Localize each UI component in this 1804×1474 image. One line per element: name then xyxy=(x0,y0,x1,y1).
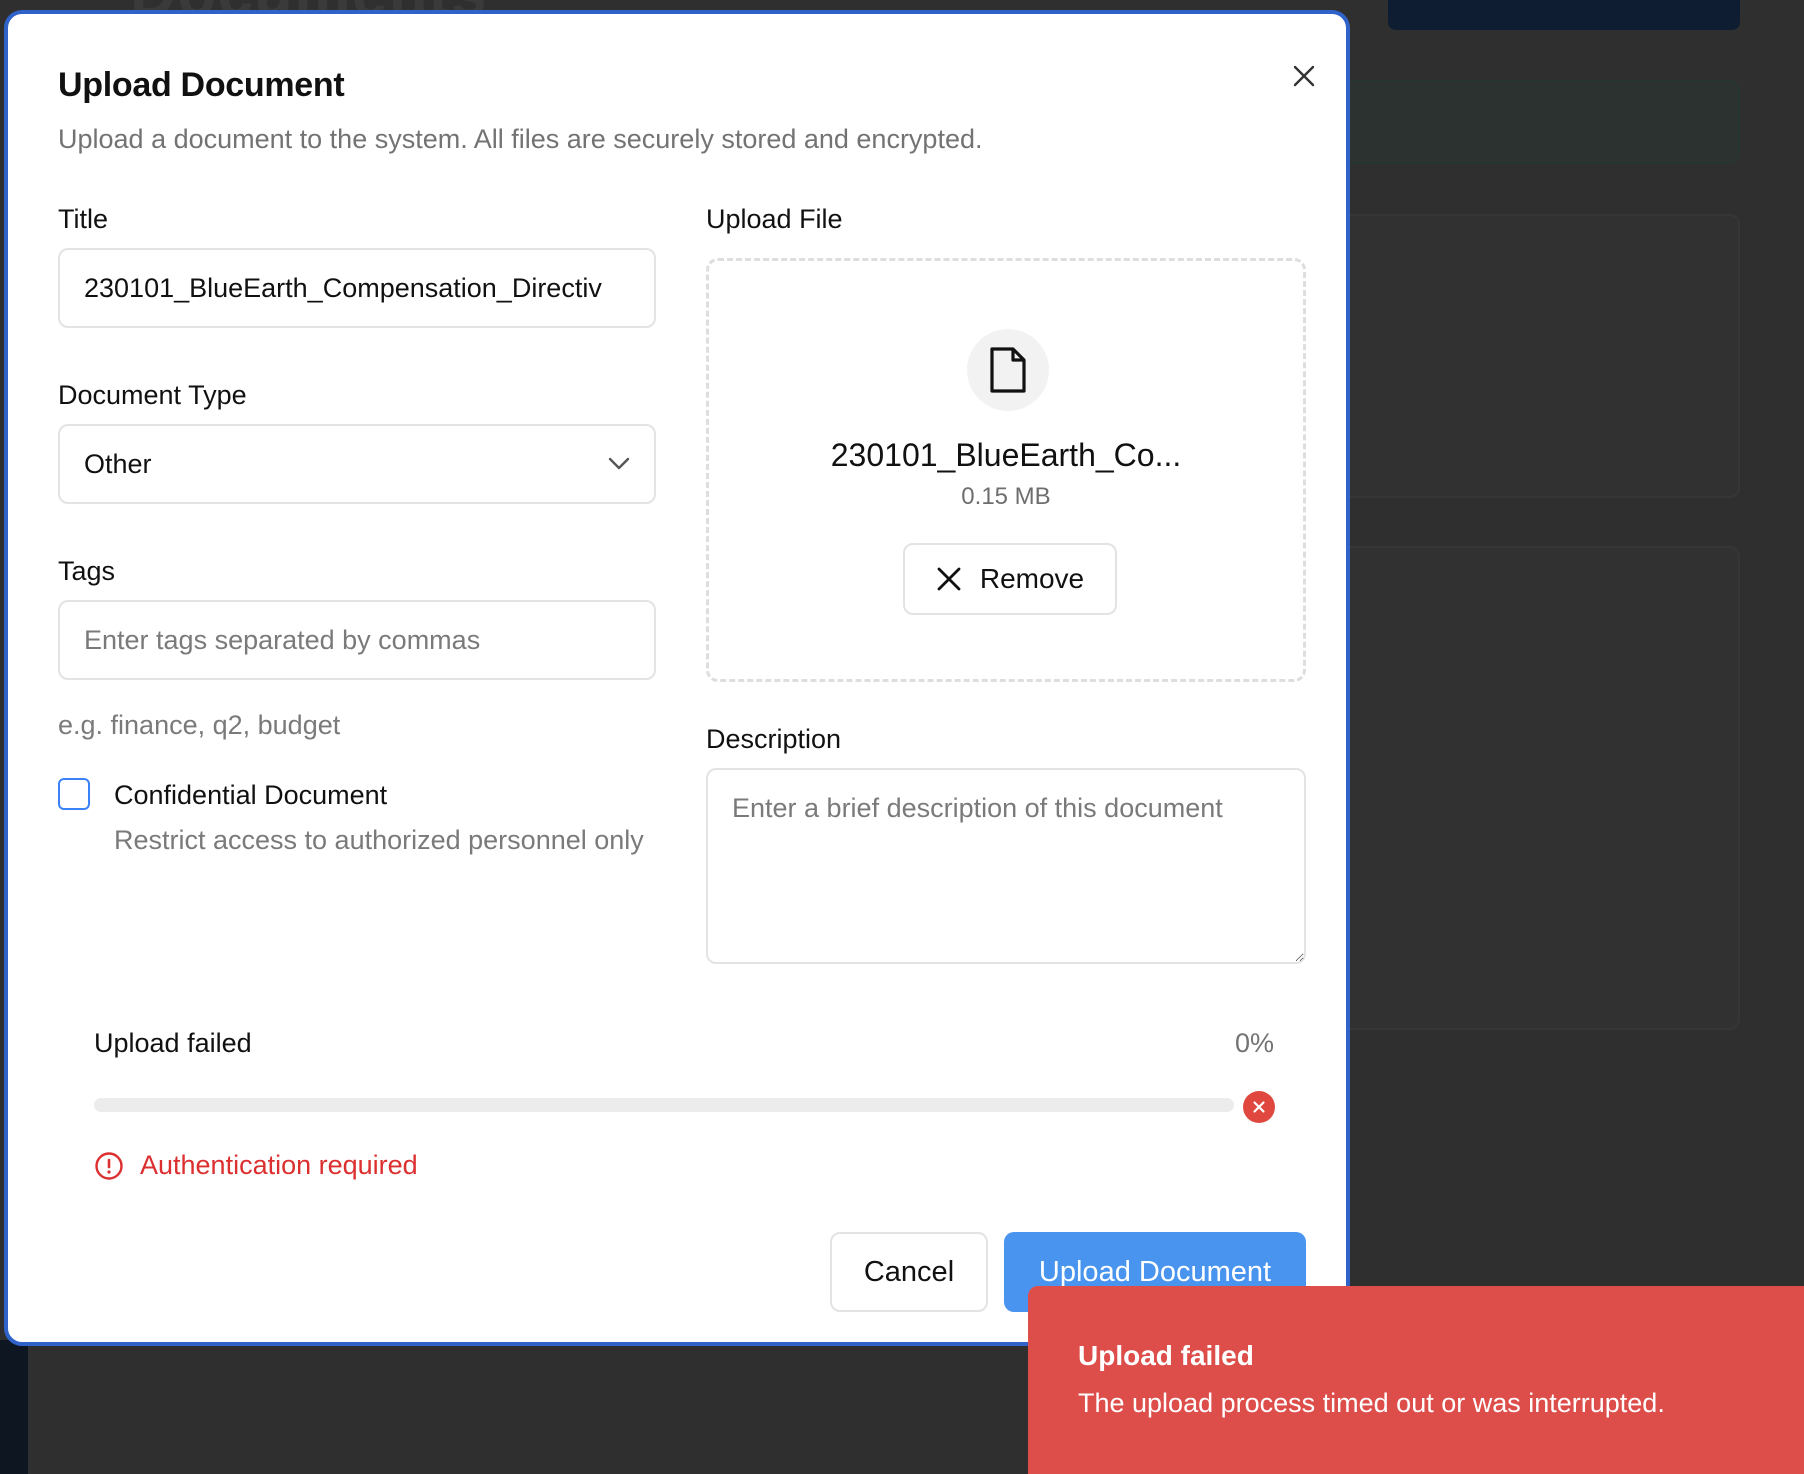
background-action-button xyxy=(1388,0,1740,30)
background-card xyxy=(1300,546,1740,1030)
dialog-description: Upload a document to the system. All fil… xyxy=(58,124,983,154)
upload-status-label: Upload failed xyxy=(94,1028,252,1058)
alert-circle-icon xyxy=(95,1151,123,1180)
error-message: Authentication required xyxy=(94,1150,418,1181)
upload-progress-bar xyxy=(94,1098,1234,1112)
file-dropzone[interactable]: 230101_BlueEarth_Co... 0.15 MB Remove xyxy=(706,258,1306,682)
file-icon xyxy=(990,347,1026,393)
error-text: Authentication required xyxy=(140,1150,418,1180)
cancel-button[interactable]: Cancel xyxy=(830,1232,988,1312)
chevron-down-icon xyxy=(608,457,630,470)
background-sidebar xyxy=(0,1340,28,1474)
description-label: Description xyxy=(706,724,842,754)
document-type-select[interactable]: Other xyxy=(58,424,656,504)
error-toast[interactable]: Upload failed The upload process timed o… xyxy=(1028,1286,1804,1474)
x-circle-icon xyxy=(1253,1101,1265,1113)
background-search-bar xyxy=(1300,80,1740,164)
title-label: Title xyxy=(58,204,109,234)
description-textarea[interactable] xyxy=(706,768,1306,964)
x-icon xyxy=(937,567,961,591)
dialog-title: Upload Document xyxy=(58,66,345,104)
toast-title: Upload failed xyxy=(1078,1340,1254,1371)
remove-file-button[interactable]: Remove xyxy=(903,543,1117,615)
document-type-value: Other xyxy=(84,448,152,479)
upload-percent: 0% xyxy=(1234,1028,1274,1058)
file-icon-badge xyxy=(967,329,1049,411)
title-input[interactable] xyxy=(58,248,656,328)
document-type-label: Document Type xyxy=(58,380,247,410)
file-size: 0.15 MB xyxy=(961,483,1051,510)
upload-file-label: Upload File xyxy=(706,204,843,234)
close-icon xyxy=(1293,65,1315,87)
upload-document-dialog: Upload Document Upload a document to the… xyxy=(4,10,1350,1346)
remove-label: Remove xyxy=(979,563,1085,594)
confidential-checkbox[interactable] xyxy=(58,778,90,810)
file-name: 230101_BlueEarth_Co... xyxy=(830,437,1182,473)
tags-input[interactable] xyxy=(58,600,656,680)
confidential-label: Confidential Document xyxy=(114,780,388,810)
upload-error-icon xyxy=(1243,1091,1275,1123)
background-card xyxy=(1300,214,1740,498)
tags-hint: e.g. finance, q2, budget xyxy=(58,710,341,740)
close-button[interactable] xyxy=(1282,54,1326,98)
tags-label: Tags xyxy=(58,556,116,586)
toast-message: The upload process timed out or was inte… xyxy=(1078,1388,1665,1418)
confidential-description: Restrict access to authorized personnel … xyxy=(114,825,644,855)
